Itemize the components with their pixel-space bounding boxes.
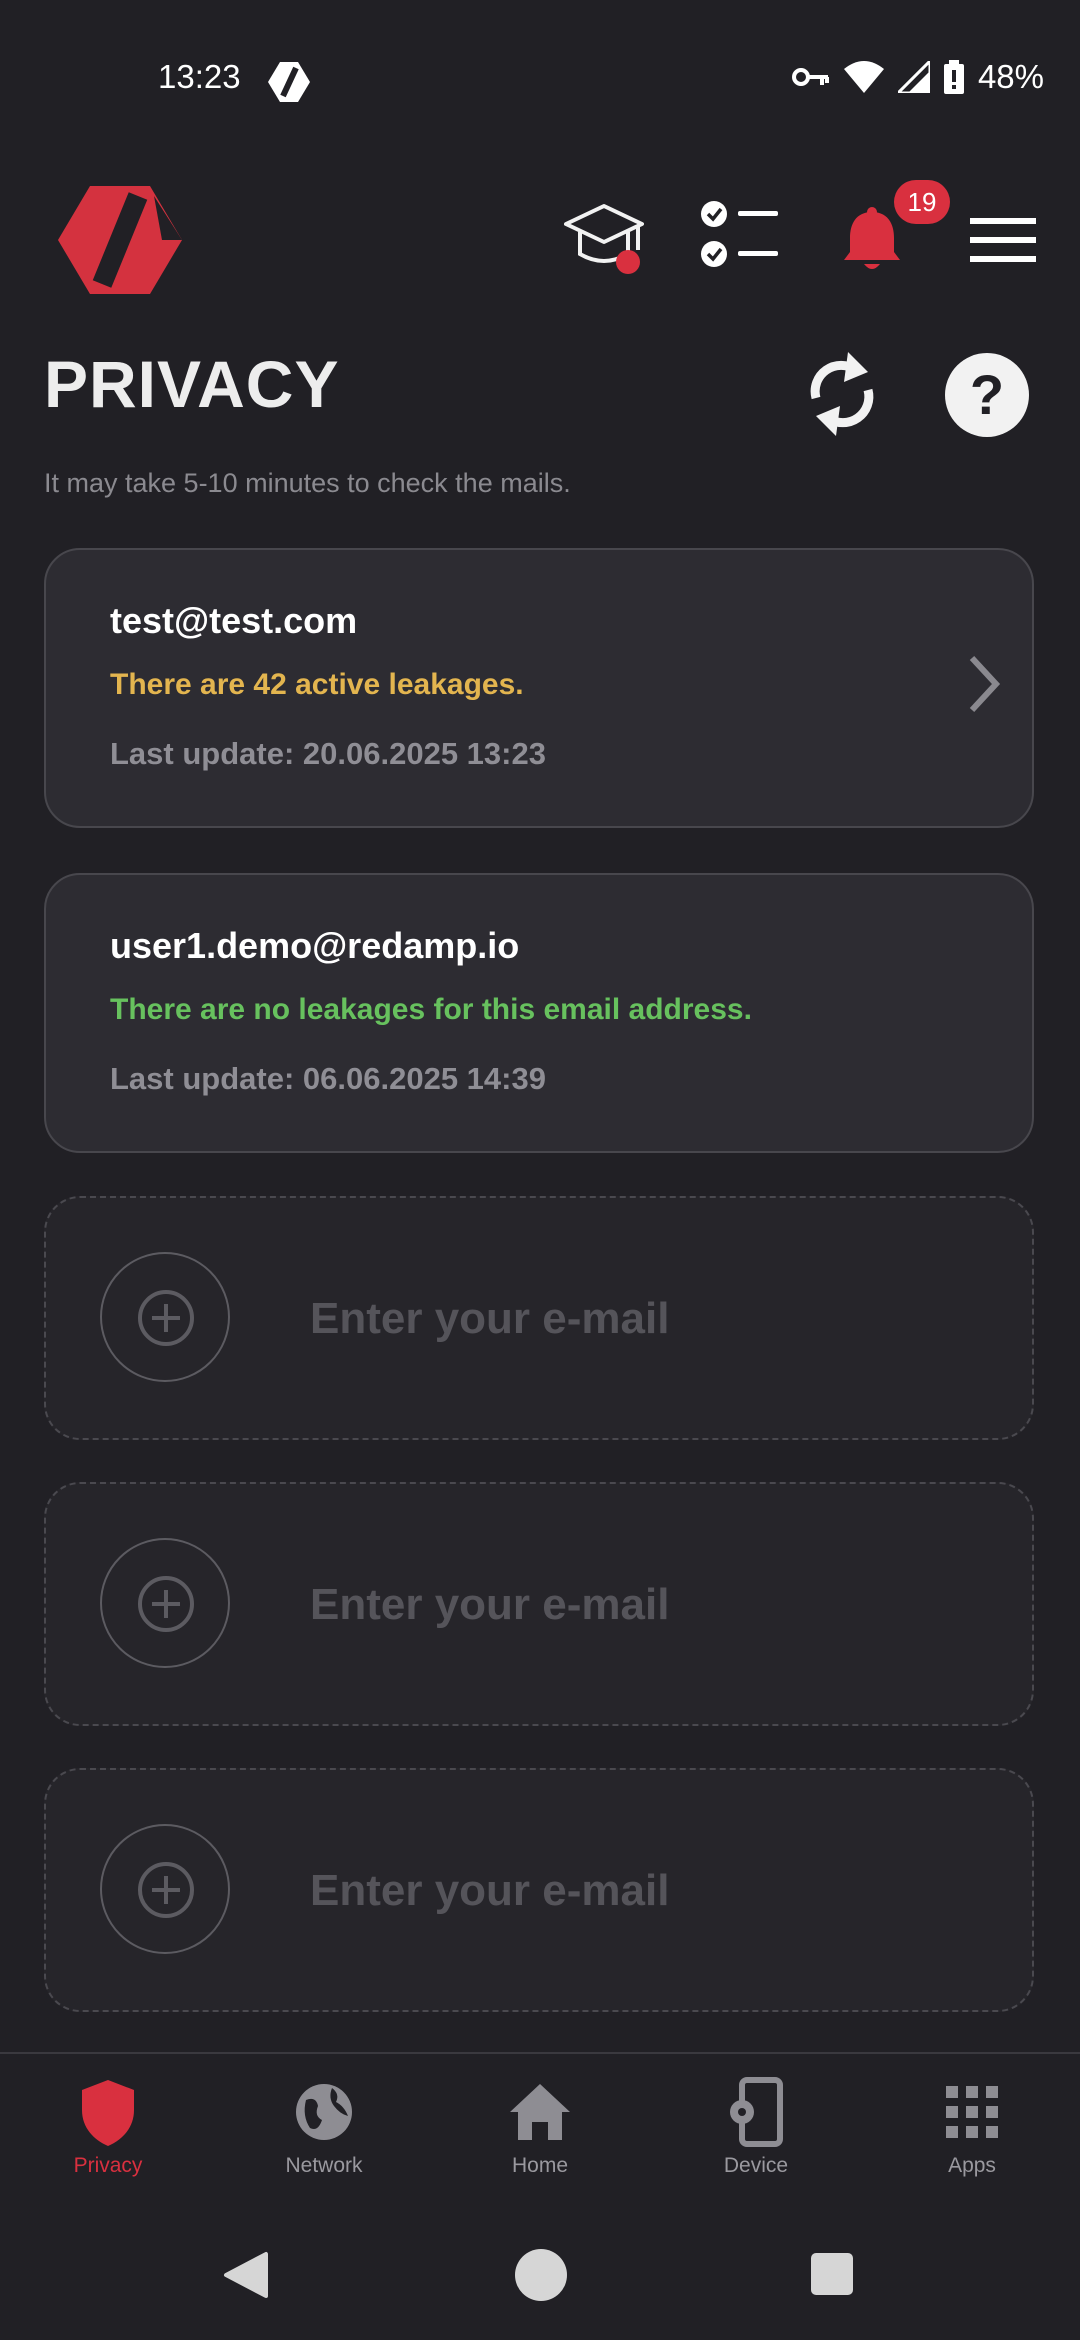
- app-status-icon: [268, 62, 310, 102]
- email-input-placeholder[interactable]: Enter your e-mail: [310, 1866, 669, 1916]
- add-email-button[interactable]: [100, 1252, 230, 1382]
- add-email-button[interactable]: [100, 1824, 230, 1954]
- page-title: PRIVACY: [44, 347, 340, 421]
- notification-bell-icon[interactable]: [842, 206, 902, 274]
- nav-label: Apps: [948, 2154, 996, 2177]
- email-card[interactable]: user1.demo@redamp.io There are no leakag…: [44, 873, 1034, 1153]
- nav-label: Home: [511, 2154, 569, 2177]
- home-circle-icon[interactable]: [514, 2248, 568, 2302]
- add-email-button[interactable]: [100, 1538, 230, 1668]
- svg-text:?: ?: [970, 363, 1004, 426]
- nav-item-device[interactable]: Device: [648, 2054, 864, 2202]
- status-time: 13:23: [158, 58, 241, 95]
- add-email-slot[interactable]: Enter your e-mail: [44, 1196, 1034, 1440]
- nav-item-apps[interactable]: Apps: [864, 2054, 1080, 2202]
- chevron-right-icon[interactable]: [966, 654, 1002, 714]
- add-email-slot[interactable]: Enter your e-mail: [44, 1482, 1034, 1726]
- email-address: test@test.com: [110, 600, 358, 641]
- globe-icon: [296, 2084, 352, 2140]
- leak-status: There are no leakages for this email add…: [110, 993, 752, 1026]
- checklist-icon[interactable]: [700, 200, 780, 270]
- vpn-key-icon: [791, 68, 829, 86]
- email-input-placeholder[interactable]: Enter your e-mail: [310, 1580, 669, 1630]
- menu-hamburger-icon[interactable]: [970, 218, 1036, 262]
- battery-percent: 48%: [977, 58, 1044, 95]
- nav-item-privacy[interactable]: Privacy: [0, 2054, 216, 2202]
- cell-signal-icon: [897, 61, 930, 93]
- email-card[interactable]: test@test.com There are 42 active leakag…: [44, 548, 1034, 828]
- nav-label: Device: [723, 2154, 789, 2177]
- leak-status: There are 42 active leakages.: [110, 668, 524, 701]
- status-icons: 48%: [791, 58, 1044, 96]
- education-cap-icon[interactable]: [564, 200, 644, 276]
- device-settings-icon: [730, 2077, 783, 2147]
- nav-item-home[interactable]: Home: [432, 2054, 648, 2202]
- email-address: user1.demo@redamp.io: [110, 925, 520, 966]
- help-question-icon[interactable]: ?: [944, 352, 1030, 438]
- notification-count-badge: 19: [894, 180, 950, 224]
- add-circle-icon: [138, 1290, 194, 1346]
- add-circle-icon: [138, 1576, 194, 1632]
- add-email-slot[interactable]: Enter your e-mail: [44, 1768, 1034, 2012]
- recents-square-icon[interactable]: [810, 2252, 854, 2296]
- add-circle-icon: [138, 1862, 194, 1918]
- bottom-navigation: Privacy Network Home Device Apps: [0, 2052, 1080, 2202]
- apps-grid-icon: [946, 2086, 998, 2138]
- wifi-icon: [843, 61, 884, 93]
- nav-label: Privacy: [73, 2154, 143, 2177]
- refresh-icon[interactable]: [804, 346, 880, 442]
- last-update: Last update: 06.06.2025 14:39: [110, 1061, 546, 1096]
- shield-icon: [82, 2080, 134, 2146]
- nav-item-network[interactable]: Network: [216, 2054, 432, 2202]
- last-update: Last update: 20.06.2025 13:23: [110, 736, 546, 771]
- back-icon[interactable]: [222, 2250, 270, 2300]
- email-input-placeholder[interactable]: Enter your e-mail: [310, 1294, 669, 1344]
- system-navigation: [0, 2200, 1080, 2340]
- page-subtitle: It may take 5-10 minutes to check the ma…: [44, 468, 571, 498]
- brand-logo: [58, 186, 182, 294]
- home-icon: [510, 2084, 570, 2140]
- battery-icon: [943, 60, 964, 94]
- nav-label: Network: [285, 2154, 363, 2177]
